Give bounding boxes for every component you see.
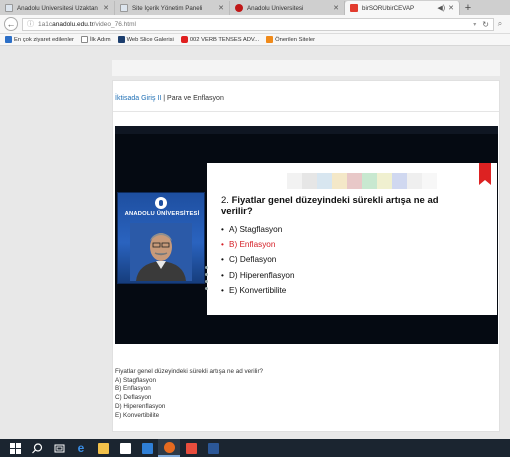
bookmark-label: Web Slice Galerisi: [126, 36, 174, 43]
answer-option-a: A) Stagflasyon: [221, 222, 295, 237]
page-icon: [80, 36, 88, 43]
tab-label: Anadolu Üniversitesi: [247, 4, 304, 12]
chevron-down-icon[interactable]: ▾: [473, 21, 476, 28]
question-text: Fiyatlar genel düzeyindeki sürekli artış…: [221, 195, 439, 217]
close-icon[interactable]: ✕: [333, 4, 339, 12]
firefox-icon[interactable]: [158, 439, 180, 457]
presenter-overlay: ANADOLU ÜNİVERSİTESİ: [117, 192, 205, 284]
close-icon[interactable]: ✕: [103, 4, 109, 12]
answer-option-c: C) Deflasyon: [221, 252, 295, 267]
bookmark-label: İlk Adım: [89, 36, 111, 43]
bookmark-label: Önerilen Siteler: [275, 36, 316, 43]
bookmark-label: 002 VERB TENSES ADV...: [189, 36, 260, 43]
store-icon[interactable]: [114, 439, 136, 457]
bookmark-verb-tenses[interactable]: 002 VERB TENSES ADV...: [180, 36, 260, 43]
media-player-icon[interactable]: [136, 439, 158, 457]
url-prefix: 1a1c: [38, 20, 53, 28]
divider: [113, 111, 499, 112]
address-bar[interactable]: ⓘ 1a1c anadolu.edu.tr/video_76.html ▾ ↻: [22, 17, 494, 31]
url-host: anadolu.edu.tr: [52, 20, 94, 28]
navigation-bar: ← ⓘ 1a1c anadolu.edu.tr/video_76.html ▾ ↻…: [0, 15, 510, 34]
question-number: 2.: [221, 195, 229, 206]
transcript-option-a: A) Stagflasyon: [115, 376, 156, 384]
bookmark-ribbon-icon: [479, 163, 491, 185]
breadcrumb-current: Para ve Enflasyon: [167, 95, 224, 102]
page-icon: [120, 4, 128, 12]
breadcrumb: İktisada Giriş II | Para ve Enflasyon: [115, 95, 224, 102]
presenter-image: [130, 223, 192, 281]
search-icon[interactable]: ⌕: [494, 19, 506, 29]
suggested-icon: [266, 36, 274, 43]
bookmark-web-slice[interactable]: Web Slice Galerisi: [117, 36, 174, 43]
bookmark-label: En çok ziyaret edilenler: [14, 36, 74, 43]
transcript-question: Fiyatlar genel düzeyindeki sürekli artış…: [115, 368, 264, 375]
transcript-option-e: E) Konvertibilite: [115, 411, 160, 419]
tab-birsoru-bircevap[interactable]: birSORUbirCEVAP ◀) ✕: [345, 1, 460, 15]
star-icon: [5, 36, 12, 43]
university-name: ANADOLU ÜNİVERSİTESİ: [124, 211, 200, 217]
bookmarks-bar: En çok ziyaret edilenler İlk Adım Web Sl…: [0, 34, 510, 46]
anadolu-logo-icon: [155, 197, 167, 209]
video-top-bar: [115, 126, 498, 134]
windows-taskbar: e: [0, 439, 510, 457]
answer-option-d: D) Hiperenflasyon: [221, 268, 295, 283]
transcript-option-d: D) Hiperenflasyon: [115, 402, 166, 410]
question-slide: 2. Fiyatlar genel düzeyindeki sürekli ar…: [207, 163, 497, 315]
tab-site-icerik[interactable]: Site İçerik Yönetim Paneli ✕: [115, 1, 230, 15]
page-header-strip: [112, 60, 500, 76]
page-icon: [5, 4, 13, 12]
windows-start-icon[interactable]: [4, 439, 26, 457]
breadcrumb-separator: |: [163, 95, 166, 102]
player-controls[interactable]: [205, 266, 209, 306]
page-content: İktisada Giriş II | Para ve Enflasyon 2.…: [0, 46, 510, 439]
back-button[interactable]: ←: [4, 17, 18, 31]
answer-option-b: B) Enflasyon: [221, 237, 295, 252]
word-icon[interactable]: [202, 439, 224, 457]
tab-label: birSORUbirCEVAP: [362, 4, 415, 12]
tab-bar: Anadolu Üniversitesi Uzaktan ... ✕ Site …: [0, 0, 510, 15]
transcript-option-b: B) Enflasyon: [115, 385, 151, 393]
youtube-icon: [180, 36, 188, 43]
tab-anadolu-universitesi[interactable]: Anadolu Üniversitesi ✕: [230, 1, 345, 15]
video-player[interactable]: 2. Fiyatlar genel düzeyindeki sürekli ar…: [115, 126, 498, 344]
question-title: 2. Fiyatlar genel düzeyindeki sürekli ar…: [221, 195, 471, 217]
edge-icon[interactable]: e: [70, 439, 92, 457]
info-icon[interactable]: ⓘ: [27, 19, 34, 29]
bookmark-most-visited[interactable]: En çok ziyaret edilenler: [5, 36, 74, 43]
birsoru-icon: [350, 4, 358, 12]
file-explorer-icon[interactable]: [92, 439, 114, 457]
question-transcript: Fiyatlar genel düzeyindeki sürekli artış…: [115, 368, 263, 420]
bookmark-onerilen-siteler[interactable]: Önerilen Siteler: [266, 36, 315, 43]
tab-label: Site İçerik Yönetim Paneli: [132, 4, 203, 12]
close-icon[interactable]: ✕: [218, 4, 224, 12]
paint-icon[interactable]: [180, 439, 202, 457]
anadolu-logo-icon: [235, 4, 243, 12]
breadcrumb-link-course[interactable]: İktisada Giriş II: [115, 95, 161, 102]
close-icon[interactable]: ✕: [448, 4, 454, 12]
video-card: İktisada Giriş II | Para ve Enflasyon 2.…: [112, 80, 500, 432]
bookmark-ilk-adim[interactable]: İlk Adım: [80, 36, 111, 43]
answer-options: A) Stagflasyon B) Enflasyon C) Deflasyon…: [221, 222, 295, 298]
transcript-option-c: C) Deflasyon: [115, 394, 152, 402]
reload-icon[interactable]: ↻: [482, 20, 489, 29]
search-icon[interactable]: [26, 439, 48, 457]
web-slice-icon: [117, 36, 125, 43]
speaker-icon[interactable]: ◀): [437, 4, 445, 12]
tab-anadolu-uzaktan[interactable]: Anadolu Üniversitesi Uzaktan ... ✕: [0, 1, 115, 15]
tab-label: Anadolu Üniversitesi Uzaktan ...: [17, 4, 101, 12]
url-path: /video_76.html: [93, 20, 136, 28]
answer-option-e: E) Konvertibilite: [221, 283, 295, 298]
new-tab-button[interactable]: +: [460, 1, 476, 15]
task-view-icon[interactable]: [48, 439, 70, 457]
color-stripe-decoration: [287, 173, 437, 189]
